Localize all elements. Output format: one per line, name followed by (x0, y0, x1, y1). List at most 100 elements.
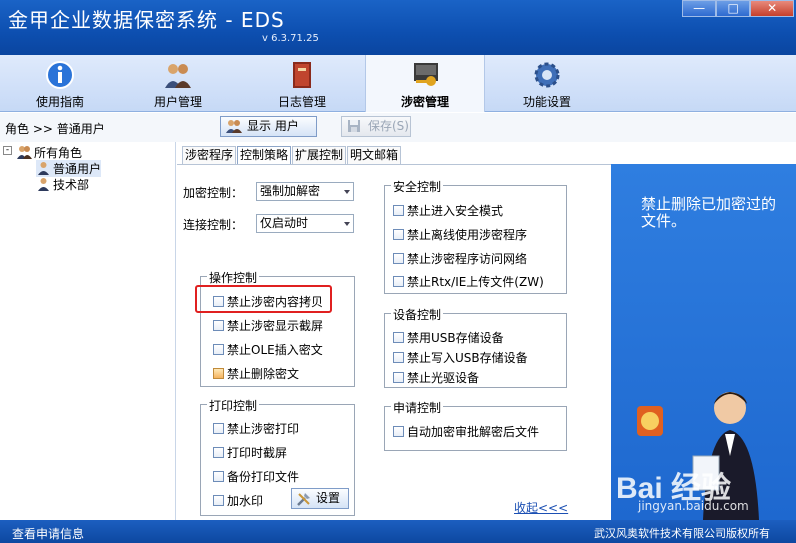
checkbox-label: 加水印 (227, 494, 264, 508)
help-text: 禁止删除已加密过的文件。 (641, 195, 777, 230)
checkbox-label: 禁止OLE插入密文 (227, 343, 323, 357)
checkbox-label: 禁止Rtx/IE上传文件(ZW) (407, 275, 544, 289)
highlight-annotation (195, 285, 332, 313)
help-panel: 禁止删除已加密过的文件。 (611, 164, 796, 520)
floppy-disk-icon (348, 120, 360, 132)
checkbox-label: 禁止涉密程序访问网络 (407, 252, 528, 266)
tab-label: 使用指南 (35, 95, 84, 109)
checkbox-label: 禁止写入USB存储设备 (407, 351, 528, 365)
tree-node-normal-user[interactable]: 普通用户 (36, 160, 102, 177)
checkbox-box (213, 495, 224, 506)
tree-expander[interactable]: - (3, 146, 12, 155)
connect-control-label: 连接控制： (183, 218, 244, 232)
tree-node-all-roles[interactable]: 所有角色 (17, 144, 82, 161)
checkbox-print-screenshot[interactable]: 打印时截屏 (213, 444, 287, 461)
watermark-settings-button[interactable]: 设置 (291, 488, 349, 509)
show-user-label: 显示 用户 (247, 119, 299, 133)
save-button[interactable]: 保存(S) (341, 116, 411, 137)
main-tab-bar: 使用指南 用户管理 日志管理 涉密管理 功能设置 (0, 55, 796, 112)
subtab-extended-control[interactable]: 扩展控制 (292, 146, 347, 164)
tree-node-label: 所有角色 (34, 146, 83, 160)
checkbox-box (393, 426, 404, 437)
checkbox-box (213, 368, 224, 379)
tools-icon (297, 493, 310, 506)
view-applications-link[interactable]: 查看申请信息 (12, 525, 84, 542)
checkbox-label: 备份打印文件 (227, 470, 300, 484)
subtab-plain-mailbox[interactable]: 明文邮箱 (347, 146, 402, 164)
checkbox-box (213, 447, 224, 458)
subtab-control-policy[interactable]: 控制策略 (237, 146, 292, 164)
tab-label: 用户管理 (153, 95, 202, 109)
log-book-icon (293, 62, 311, 88)
close-button[interactable]: ✕ (750, 0, 794, 17)
checkbox-label: 自动加密审批解密后文件 (407, 425, 540, 439)
tab-label: 涉密管理 (400, 95, 449, 109)
tab-label: 日志管理 (277, 95, 326, 109)
tree-node-label: 普通用户 (53, 162, 102, 176)
group-title: 申请控制 (391, 399, 444, 416)
checkbox-no-offline-use[interactable]: 禁止离线使用涉密程序 (393, 226, 527, 243)
checkbox-label: 禁止进入安全模式 (407, 204, 504, 218)
tab-users[interactable]: 用户管理 (118, 55, 238, 112)
checkbox-no-delete[interactable]: 禁止删除密文 (213, 365, 299, 382)
checkbox-box (213, 423, 224, 434)
status-bar: 查看申请信息 武汉风奥软件技术有限公司版权所有 (0, 520, 796, 543)
tab-settings[interactable]: 功能设置 (487, 55, 607, 112)
sub-tab-bar: 涉密程序 控制策略 扩展控制 明文邮箱 (182, 146, 402, 164)
checkbox-label: 打印时截屏 (227, 446, 288, 460)
checkbox-watermark[interactable]: 加水印 (213, 492, 263, 509)
checkbox-no-print[interactable]: 禁止涉密打印 (213, 420, 299, 437)
tree-node-tech-dept[interactable]: 技术部 (36, 176, 89, 193)
toolbar: 角色 >> 普通用户 显示 用户 保存(S) (0, 113, 796, 142)
checkbox-no-optical[interactable]: 禁止光驱设备 (393, 369, 479, 386)
maximize-button[interactable]: □ (716, 0, 751, 17)
checkbox-no-network[interactable]: 禁止涉密程序访问网络 (393, 250, 527, 267)
role-tree: - 所有角色 普通用户 技术部 (0, 142, 176, 520)
checkbox-no-ole-insert[interactable]: 禁止OLE插入密文 (213, 341, 323, 358)
users-icon (226, 120, 242, 133)
checkbox-box (213, 320, 224, 331)
tab-secret-management[interactable]: 涉密管理 (365, 55, 485, 112)
connect-control-select[interactable]: 仅启动时 (256, 214, 354, 233)
show-user-button[interactable]: 显示 用户 (220, 116, 317, 137)
settings-label: 设置 (316, 491, 341, 505)
checkbox-box (393, 352, 404, 363)
encrypt-control-label: 加密控制： (183, 186, 244, 200)
checkbox-box (393, 332, 404, 343)
minimize-button[interactable]: — (682, 0, 717, 17)
group-icon (17, 146, 32, 159)
checkbox-no-usb-write[interactable]: 禁止写入USB存储设备 (393, 349, 528, 366)
checkbox-box (393, 276, 404, 287)
checkbox-auto-encrypt[interactable]: 自动加密审批解密后文件 (393, 423, 539, 440)
checkbox-no-upload[interactable]: 禁止Rtx/IE上传文件(ZW) (393, 273, 544, 290)
tab-label: 功能设置 (522, 95, 571, 109)
checkbox-label: 禁止涉密打印 (227, 422, 300, 436)
checkbox-box (213, 471, 224, 482)
collapse-link[interactable]: 收起<<< (514, 499, 568, 516)
person-icon (38, 178, 49, 191)
group-title: 操作控制 (207, 269, 260, 286)
checkbox-no-screenshot[interactable]: 禁止涉密显示截屏 (213, 317, 323, 334)
checkbox-box (393, 372, 404, 383)
gear-icon (534, 62, 560, 88)
tab-logs[interactable]: 日志管理 (242, 55, 362, 112)
window-controls: — □ ✕ (682, 0, 794, 17)
checkbox-no-safe-mode[interactable]: 禁止进入安全模式 (393, 202, 503, 219)
subtab-secret-programs[interactable]: 涉密程序 (182, 146, 237, 164)
save-label: 保存(S) (368, 119, 409, 133)
title-bar: 金甲企业数据保密系统 - EDS v 6.3.71.25 — □ ✕ (0, 0, 796, 55)
group-title: 安全控制 (391, 178, 444, 195)
tab-guide[interactable]: 使用指南 (0, 55, 120, 112)
connect-control-value: 仅启动时 (260, 216, 309, 230)
checkbox-label: 禁用USB存储设备 (407, 331, 504, 345)
checkbox-label: 禁止删除密文 (227, 367, 300, 381)
checkbox-backup-print[interactable]: 备份打印文件 (213, 468, 299, 485)
checkbox-label: 禁止离线使用涉密程序 (407, 228, 528, 242)
checkbox-label: 禁止涉密显示截屏 (227, 319, 324, 333)
checkbox-disable-usb[interactable]: 禁用USB存储设备 (393, 329, 504, 346)
chevron-down-icon (344, 222, 350, 226)
group-title: 打印控制 (207, 397, 260, 414)
encrypt-control-select[interactable]: 强制加解密 (256, 182, 354, 201)
person-icon (38, 162, 49, 175)
app-version: v 6.3.71.25 (262, 33, 319, 44)
